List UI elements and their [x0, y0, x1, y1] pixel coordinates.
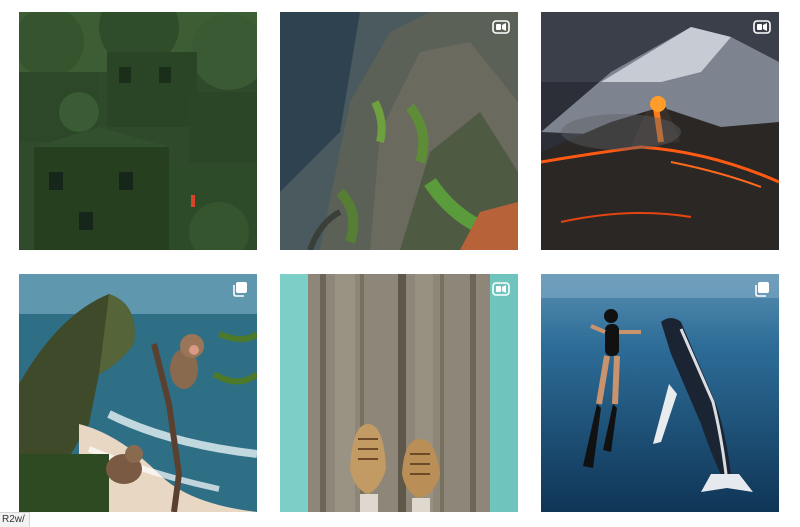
- post-tile-boots-on-wooden-plank[interactable]: [280, 274, 518, 512]
- post-grid: [0, 0, 800, 527]
- carousel-badge: [753, 281, 771, 297]
- reel-icon: [492, 282, 510, 296]
- post-image: [19, 274, 257, 512]
- status-bar-url: R2w/: [0, 512, 30, 527]
- carousel-icon: [233, 282, 247, 297]
- reel-badge: [753, 19, 771, 35]
- post-tile-green-mountain-ridges[interactable]: [280, 12, 518, 250]
- reel-icon: [492, 20, 510, 34]
- post-image: [280, 274, 518, 512]
- post-tile-monkeys-at-coastal-cliff[interactable]: [19, 274, 257, 512]
- carousel-badge: [231, 281, 249, 297]
- carousel-icon: [755, 282, 769, 297]
- post-tile-erupting-volcano[interactable]: [541, 12, 779, 250]
- post-image: [541, 274, 779, 512]
- post-tile-diver-and-humpback-whale[interactable]: [541, 274, 779, 512]
- reel-badge: [492, 19, 510, 35]
- post-tile-overgrown-village[interactable]: [19, 12, 257, 250]
- reel-badge: [492, 281, 510, 297]
- post-image: [541, 12, 779, 250]
- post-image: [280, 12, 518, 250]
- reel-icon: [753, 20, 771, 34]
- post-image: [19, 12, 257, 250]
